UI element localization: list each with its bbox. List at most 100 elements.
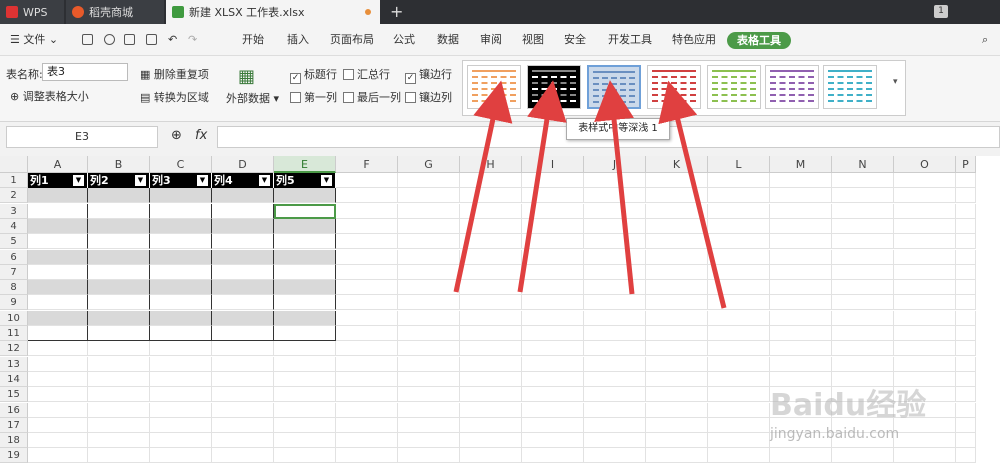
grid-cell[interactable]	[584, 402, 646, 418]
grid-cell[interactable]	[646, 356, 708, 372]
grid-cell[interactable]	[28, 218, 88, 234]
grid-cell[interactable]	[460, 371, 522, 387]
grid-cell[interactable]	[770, 448, 832, 464]
grid-cell[interactable]	[894, 218, 956, 234]
column-header[interactable]: M	[770, 156, 832, 173]
resize-table-button[interactable]: ⊕ 调整表格大小	[10, 88, 89, 104]
tab-wps[interactable]: WPS	[0, 0, 64, 24]
tab-shop[interactable]: 稻壳商城	[66, 0, 164, 24]
grid-cell[interactable]	[336, 234, 398, 250]
grid-cell[interactable]	[522, 218, 584, 234]
grid-cell[interactable]	[336, 402, 398, 418]
print-preview-icon[interactable]	[146, 34, 157, 45]
grid-cell[interactable]	[336, 448, 398, 464]
grid-cell[interactable]	[770, 173, 832, 188]
filter-dropdown-icon[interactable]: ▼	[321, 175, 332, 186]
menu-item[interactable]: 插入	[287, 24, 309, 56]
column-header[interactable]: N	[832, 156, 894, 173]
grid-cell[interactable]	[894, 234, 956, 250]
grid-cell[interactable]	[150, 387, 212, 403]
grid-cell[interactable]	[88, 188, 150, 204]
grid-cell[interactable]	[646, 402, 708, 418]
grid-cell[interactable]	[522, 295, 584, 311]
row-header[interactable]: 8	[0, 280, 28, 296]
grid-cell[interactable]	[336, 203, 398, 219]
grid-cell[interactable]	[584, 280, 646, 296]
grid-cell[interactable]	[708, 433, 770, 449]
grid-cell[interactable]	[770, 280, 832, 296]
grid-cell[interactable]	[956, 173, 976, 188]
style-swatch-orange[interactable]	[467, 65, 521, 109]
grid-cell[interactable]	[894, 356, 956, 372]
column-header[interactable]: O	[894, 156, 956, 173]
grid-cell[interactable]	[150, 218, 212, 234]
grid-cell[interactable]	[708, 264, 770, 280]
grid-cell[interactable]	[770, 249, 832, 265]
grid-cell[interactable]	[646, 371, 708, 387]
grid-cell[interactable]	[708, 280, 770, 296]
grid-cell[interactable]	[584, 310, 646, 326]
grid-cell[interactable]	[88, 264, 150, 280]
grid-cell[interactable]	[584, 448, 646, 464]
grid-cell[interactable]	[770, 203, 832, 219]
grid-cell[interactable]	[522, 448, 584, 464]
style-swatch-red[interactable]	[647, 65, 701, 109]
grid-cell[interactable]	[646, 218, 708, 234]
grid-cell[interactable]	[832, 188, 894, 204]
grid-cell[interactable]	[150, 310, 212, 326]
grid-cell[interactable]	[28, 234, 88, 250]
grid-cell[interactable]	[336, 173, 398, 188]
window-count-badge[interactable]: 1	[934, 5, 948, 18]
grid-cell[interactable]	[460, 188, 522, 204]
grid-cell[interactable]	[398, 280, 460, 296]
grid-cell[interactable]	[832, 249, 894, 265]
grid-cell[interactable]	[646, 280, 708, 296]
grid-cell[interactable]	[398, 188, 460, 204]
grid-cell[interactable]	[956, 341, 976, 357]
column-header[interactable]: F	[336, 156, 398, 173]
grid-cell[interactable]	[584, 387, 646, 403]
grid-cell[interactable]	[646, 448, 708, 464]
grid-cell[interactable]	[336, 356, 398, 372]
grid-cell[interactable]	[956, 417, 976, 433]
option-first-column[interactable]: 第一列	[290, 89, 337, 105]
grid-cell[interactable]	[336, 310, 398, 326]
grid-cell[interactable]	[522, 387, 584, 403]
grid-cell[interactable]	[956, 203, 976, 219]
grid-cell[interactable]	[398, 173, 460, 188]
grid-cell[interactable]	[460, 417, 522, 433]
column-header[interactable]: K	[646, 156, 708, 173]
menu-item[interactable]: 特色应用	[672, 24, 716, 56]
column-header[interactable]: L	[708, 156, 770, 173]
grid-cell[interactable]	[460, 295, 522, 311]
grid-cell[interactable]	[88, 402, 150, 418]
grid-cell[interactable]	[336, 433, 398, 449]
grid-cell[interactable]	[274, 234, 336, 250]
grid-cell[interactable]	[274, 433, 336, 449]
grid-cell[interactable]	[708, 402, 770, 418]
grid-cell[interactable]	[212, 402, 274, 418]
grid-cell[interactable]	[212, 341, 274, 357]
grid-cell[interactable]	[150, 188, 212, 204]
grid-cell[interactable]	[28, 188, 88, 204]
grid-cell[interactable]	[28, 326, 88, 341]
grid-cell[interactable]	[274, 341, 336, 357]
grid-cell[interactable]	[212, 280, 274, 296]
grid-cell[interactable]	[708, 417, 770, 433]
grid-cell[interactable]	[522, 203, 584, 219]
grid-cell[interactable]	[522, 280, 584, 296]
grid-cell[interactable]	[150, 448, 212, 464]
grid-cell[interactable]	[522, 173, 584, 188]
grid-cell[interactable]	[956, 264, 976, 280]
grid-cell[interactable]	[150, 326, 212, 341]
grid-cell[interactable]	[212, 448, 274, 464]
row-header[interactable]: 3	[0, 203, 28, 219]
grid-cell[interactable]	[88, 326, 150, 341]
select-all-corner[interactable]	[0, 156, 28, 173]
grid-cell[interactable]	[398, 234, 460, 250]
grid-cell[interactable]	[646, 326, 708, 341]
row-header[interactable]: 18	[0, 433, 28, 449]
grid-cell[interactable]	[832, 280, 894, 296]
grid-cell[interactable]	[832, 218, 894, 234]
grid-cell[interactable]	[584, 371, 646, 387]
